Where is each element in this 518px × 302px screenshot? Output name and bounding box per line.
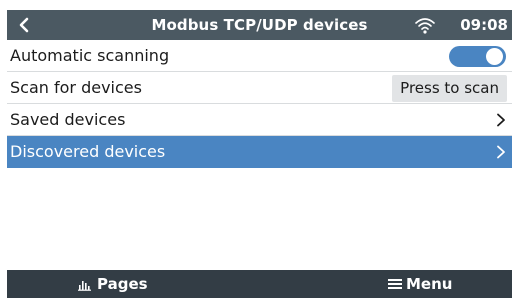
back-chevron-icon[interactable] xyxy=(11,10,37,40)
wifi-icon xyxy=(415,18,435,34)
scan-for-devices-row[interactable]: Scan for devices Press to scan xyxy=(7,72,512,104)
pages-button[interactable]: Pages xyxy=(77,270,148,298)
pages-label: Pages xyxy=(97,275,148,293)
saved-devices-label: Saved devices xyxy=(10,110,126,129)
automatic-scanning-label: Automatic scanning xyxy=(10,46,170,65)
chevron-right-icon xyxy=(497,113,505,127)
automatic-scanning-toggle[interactable] xyxy=(449,46,506,67)
menu-label: Menu xyxy=(406,275,453,293)
hamburger-icon xyxy=(388,279,402,289)
chevron-right-icon xyxy=(497,145,505,159)
menu-button[interactable]: Menu xyxy=(388,270,452,298)
clock: 09:08 xyxy=(460,16,508,34)
scan-for-devices-label: Scan for devices xyxy=(10,78,142,97)
press-to-scan-button[interactable]: Press to scan xyxy=(392,75,507,102)
automatic-scanning-row[interactable]: Automatic scanning xyxy=(7,40,512,72)
toggle-knob xyxy=(486,48,503,65)
bottom-bar: Pages Menu xyxy=(7,270,512,298)
discovered-devices-label: Discovered devices xyxy=(10,142,166,161)
device-screen: Modbus TCP/UDP devices 09:08 Automatic s… xyxy=(7,10,512,298)
bar-chart-icon xyxy=(78,281,91,291)
saved-devices-row[interactable]: Saved devices xyxy=(7,104,512,136)
page-title: Modbus TCP/UDP devices xyxy=(151,16,368,34)
top-bar: Modbus TCP/UDP devices 09:08 xyxy=(7,10,512,40)
discovered-devices-row[interactable]: Discovered devices xyxy=(7,136,512,168)
